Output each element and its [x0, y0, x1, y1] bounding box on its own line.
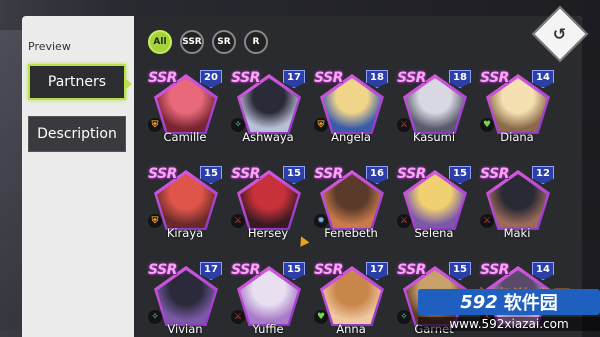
partner-card[interactable]: SSR 15 ⚔ Selena [395, 166, 473, 244]
filter-sr-button[interactable]: SR [212, 30, 236, 54]
rarity-badge: SSR [480, 70, 509, 86]
partner-name: Selena [414, 226, 454, 240]
partner-card[interactable]: SSR 16 ✹ Fenebeth [312, 166, 390, 244]
partner-name: Maki [503, 226, 531, 240]
partner-card[interactable]: SSR 15 ⚔ Hersey [229, 166, 307, 244]
watermark-logo-text: 软件园 [503, 293, 558, 314]
level-badge: 15 [449, 262, 471, 280]
rarity-badge: SSR [397, 262, 426, 278]
return-arrow-icon: ↺ [553, 24, 567, 44]
level-badge: 15 [200, 166, 222, 184]
rarity-badge: SSR [231, 166, 260, 182]
watermark-logo-number: 592 [460, 291, 498, 313]
partner-card[interactable]: SSR 15 ⚔ Yuffie [229, 262, 307, 337]
watermark-url: www.592xiazai.com [418, 317, 600, 331]
partner-name: Angela [331, 130, 371, 144]
level-badge: 20 [200, 70, 222, 88]
rarity-badge: SSR [148, 166, 177, 182]
level-badge: 15 [283, 262, 305, 280]
rarity-badge: SSR [314, 262, 343, 278]
partner-card[interactable]: SSR 20 ⛨ Camille [146, 70, 224, 148]
partner-portrait [323, 174, 381, 228]
level-badge: 14 [532, 262, 554, 280]
rarity-badge: SSR [231, 262, 260, 278]
rarity-badge: SSR [314, 166, 343, 182]
partner-card[interactable]: SSR 12 ⚔ Maki [478, 166, 556, 244]
partner-name: Camille [163, 130, 207, 144]
partner-card[interactable]: SSR 17 ✧ Vivian [146, 262, 224, 337]
filter-r-button[interactable]: R [244, 30, 268, 54]
partner-card[interactable]: SSR 15 ⛨ Kiraya [146, 166, 224, 244]
partner-name: Fenebeth [324, 226, 378, 240]
filter-ssr-button[interactable]: SSR [180, 30, 204, 54]
partner-card[interactable]: SSR 18 ⛨ Angela [312, 70, 390, 148]
watermark-logo: 592 软件园 [418, 289, 600, 315]
level-badge: 17 [283, 70, 305, 88]
partner-name: Kasumi [412, 130, 456, 144]
rarity-badge: SSR [480, 166, 509, 182]
partner-name: Kiraya [166, 226, 204, 240]
level-badge: 14 [532, 70, 554, 88]
level-badge: 17 [200, 262, 222, 280]
rarity-badge: SSR [480, 262, 509, 278]
site-watermark: 安卓游戏网 592 软件园 www.592xiazai.com [418, 283, 600, 337]
partner-card[interactable]: SSR 17 ✧ Ashwaya [229, 70, 307, 148]
level-badge: 18 [366, 70, 388, 88]
partner-portrait [489, 78, 547, 132]
partner-card[interactable]: SSR 17 ♥ Anna [312, 262, 390, 337]
preview-label: Preview [28, 40, 71, 53]
partners-tab-button[interactable]: Partners [28, 64, 132, 100]
partner-portrait [240, 78, 298, 132]
rarity-badge: SSR [314, 70, 343, 86]
partner-portrait [157, 78, 215, 132]
partners-tab-label: Partners [47, 74, 107, 90]
partner-portrait [323, 78, 381, 132]
partner-name: Anna [336, 322, 366, 336]
background-side-menu [0, 30, 24, 330]
partner-card[interactable]: SSR 14 ♥ Diana [478, 70, 556, 148]
partner-name: Vivian [167, 322, 203, 336]
partner-portrait [240, 270, 298, 324]
rarity-filter-bar: All SSR SR R [148, 30, 268, 54]
rarity-badge: SSR [148, 70, 177, 86]
partner-portrait [406, 174, 464, 228]
level-badge: 15 [283, 166, 305, 184]
partner-name: Ashwaya [242, 130, 294, 144]
partner-name: Yuffie [252, 322, 284, 336]
level-badge: 17 [366, 262, 388, 280]
filter-all-button[interactable]: All [148, 30, 172, 54]
rarity-badge: SSR [397, 166, 426, 182]
level-badge: 18 [449, 70, 471, 88]
partner-portrait [406, 78, 464, 132]
partner-card[interactable]: SSR 18 ⚔ Kasumi [395, 70, 473, 148]
rarity-badge: SSR [397, 70, 426, 86]
partner-portrait [323, 270, 381, 324]
rarity-badge: SSR [148, 262, 177, 278]
partner-portrait [240, 174, 298, 228]
description-tab-label: Description [37, 126, 117, 142]
level-badge: 12 [532, 166, 554, 184]
partner-portrait [157, 174, 215, 228]
level-badge: 15 [449, 166, 471, 184]
description-tab-button[interactable]: Description [28, 116, 126, 152]
partner-portrait [489, 174, 547, 228]
partner-name: Diana [500, 130, 534, 144]
level-badge: 16 [366, 166, 388, 184]
partner-portrait [157, 270, 215, 324]
rarity-badge: SSR [231, 70, 260, 86]
